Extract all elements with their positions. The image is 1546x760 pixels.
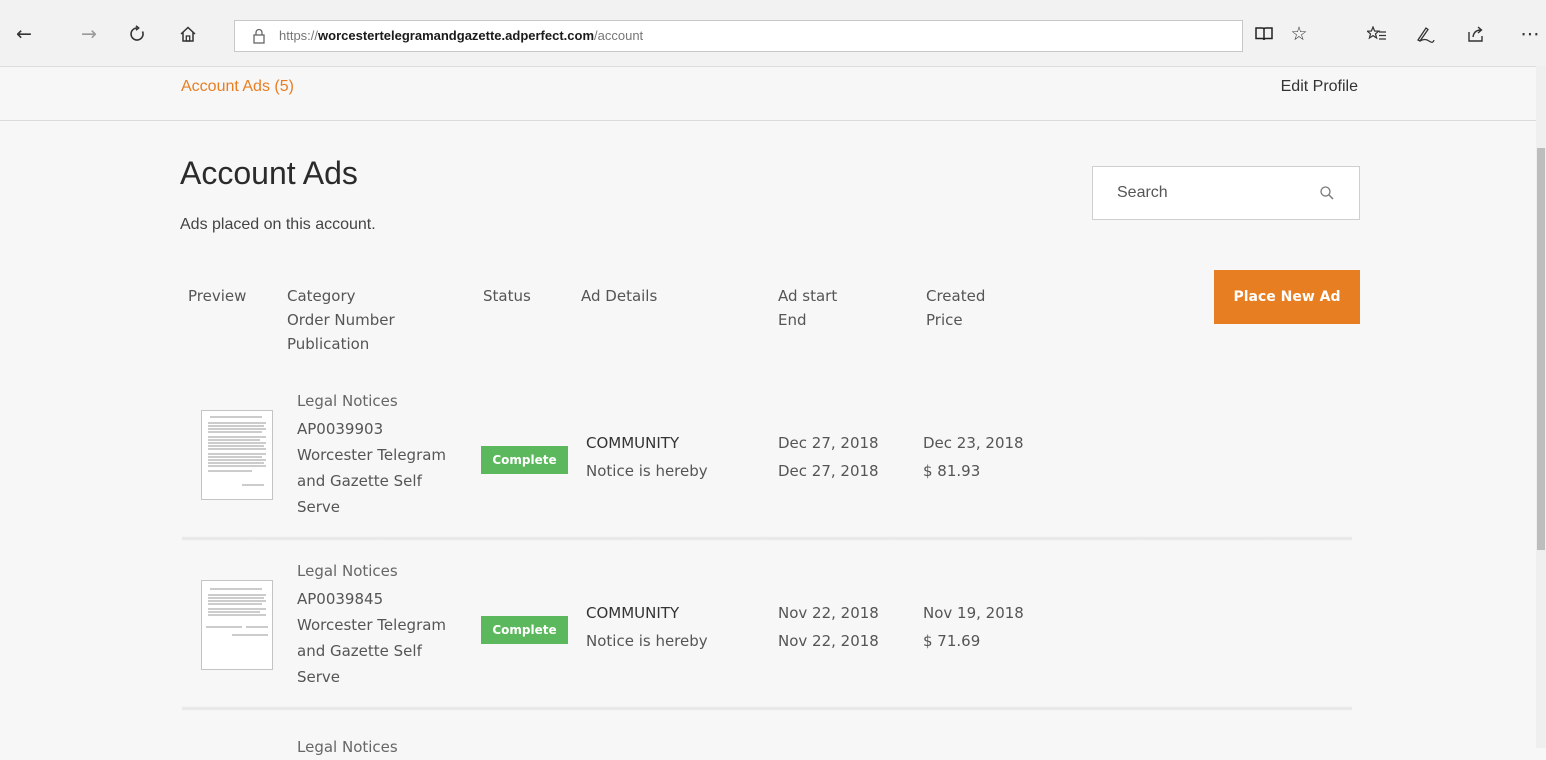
favorites-list-icon[interactable] [1365, 22, 1389, 46]
search-input[interactable]: Search [1092, 166, 1360, 220]
search-icon[interactable] [1319, 185, 1335, 201]
ad-end-date: Nov 22, 2018 [778, 632, 879, 650]
browser-toolbar: ← → https://worcestertelegramandgazette.… [0, 0, 1546, 67]
publication-line: Serve [297, 668, 341, 686]
ad-end-date: Dec 27, 2018 [778, 462, 879, 480]
publication-line: and Gazette Self [297, 642, 422, 660]
ad-preview-thumbnail[interactable] [201, 580, 273, 670]
status-badge: Complete [481, 446, 568, 474]
account-ads-link[interactable]: Account Ads (5) [181, 78, 294, 96]
ad-details-title: COMMUNITY [586, 434, 680, 452]
ad-start-date: Dec 27, 2018 [778, 434, 879, 452]
created-date: Dec 23, 2018 [923, 434, 1024, 452]
account-subnav: Account Ads (5) Edit Profile [0, 66, 1536, 121]
address-bar[interactable]: https://worcestertelegramandgazette.adpe… [234, 20, 1243, 52]
ad-details-text: Notice is hereby [586, 632, 708, 650]
ad-preview-thumbnail[interactable] [201, 410, 273, 500]
table-row[interactable]: Legal Notices AP0039845 Worcester Telegr… [0, 562, 1536, 734]
header-created-price: Created Price [926, 287, 986, 329]
header-status: Status [483, 287, 531, 305]
page-scrollbar[interactable] [1536, 66, 1546, 748]
place-new-ad-button[interactable]: Place New Ad [1214, 270, 1360, 324]
reading-view-icon[interactable] [1252, 22, 1276, 46]
header-ad-dates: Ad start End [778, 287, 838, 329]
back-icon[interactable]: ← [12, 22, 36, 46]
edit-profile-link[interactable]: Edit Profile [1281, 78, 1358, 96]
publication-line: Worcester Telegram [297, 446, 447, 464]
header-category: Category Order Number Publication [287, 287, 395, 353]
order-number: AP0039845 [297, 590, 384, 608]
search-placeholder: Search [1117, 184, 1168, 201]
header-ad-details: Ad Details [581, 287, 658, 305]
category: Legal Notices [297, 562, 398, 580]
more-icon[interactable]: ⋯ [1518, 22, 1542, 46]
price: $ 71.69 [923, 632, 981, 650]
category: Legal Notices [297, 738, 398, 756]
scrollbar-thumb[interactable] [1537, 148, 1545, 550]
share-icon[interactable] [1464, 22, 1488, 46]
header-preview: Preview [188, 287, 247, 305]
page-subtitle: Ads placed on this account. [180, 216, 376, 233]
url-host: worcestertelegramandgazette.adperfect.co… [318, 28, 595, 43]
ad-details-title: COMMUNITY [586, 604, 680, 622]
created-date: Nov 19, 2018 [923, 604, 1024, 622]
forward-icon[interactable]: → [77, 22, 101, 46]
category: Legal Notices [297, 392, 398, 410]
pen-icon[interactable] [1413, 22, 1437, 46]
ad-start-date: Nov 22, 2018 [778, 604, 879, 622]
page-title: Account Ads [180, 155, 358, 191]
lock-icon [251, 28, 267, 44]
url-scheme: https:// [279, 28, 319, 43]
favorite-star-icon[interactable]: ☆ [1287, 22, 1311, 46]
table-row[interactable]: Legal Notices AP0039903 Worcester Telegr… [0, 392, 1536, 564]
ad-details-text: Notice is hereby [586, 462, 708, 480]
publication-line: Worcester Telegram [297, 616, 447, 634]
row-divider [182, 536, 1352, 541]
publication-line: and Gazette Self [297, 472, 422, 490]
refresh-icon[interactable] [125, 22, 149, 46]
order-number: AP0039903 [297, 420, 384, 438]
home-icon[interactable] [176, 22, 200, 46]
publication-line: Serve [297, 498, 341, 516]
row-divider [182, 706, 1352, 711]
url-path: /account [594, 28, 644, 43]
price: $ 81.93 [923, 462, 981, 480]
url-text[interactable]: https://worcestertelegramandgazette.adpe… [279, 21, 643, 51]
status-badge: Complete [481, 616, 568, 644]
